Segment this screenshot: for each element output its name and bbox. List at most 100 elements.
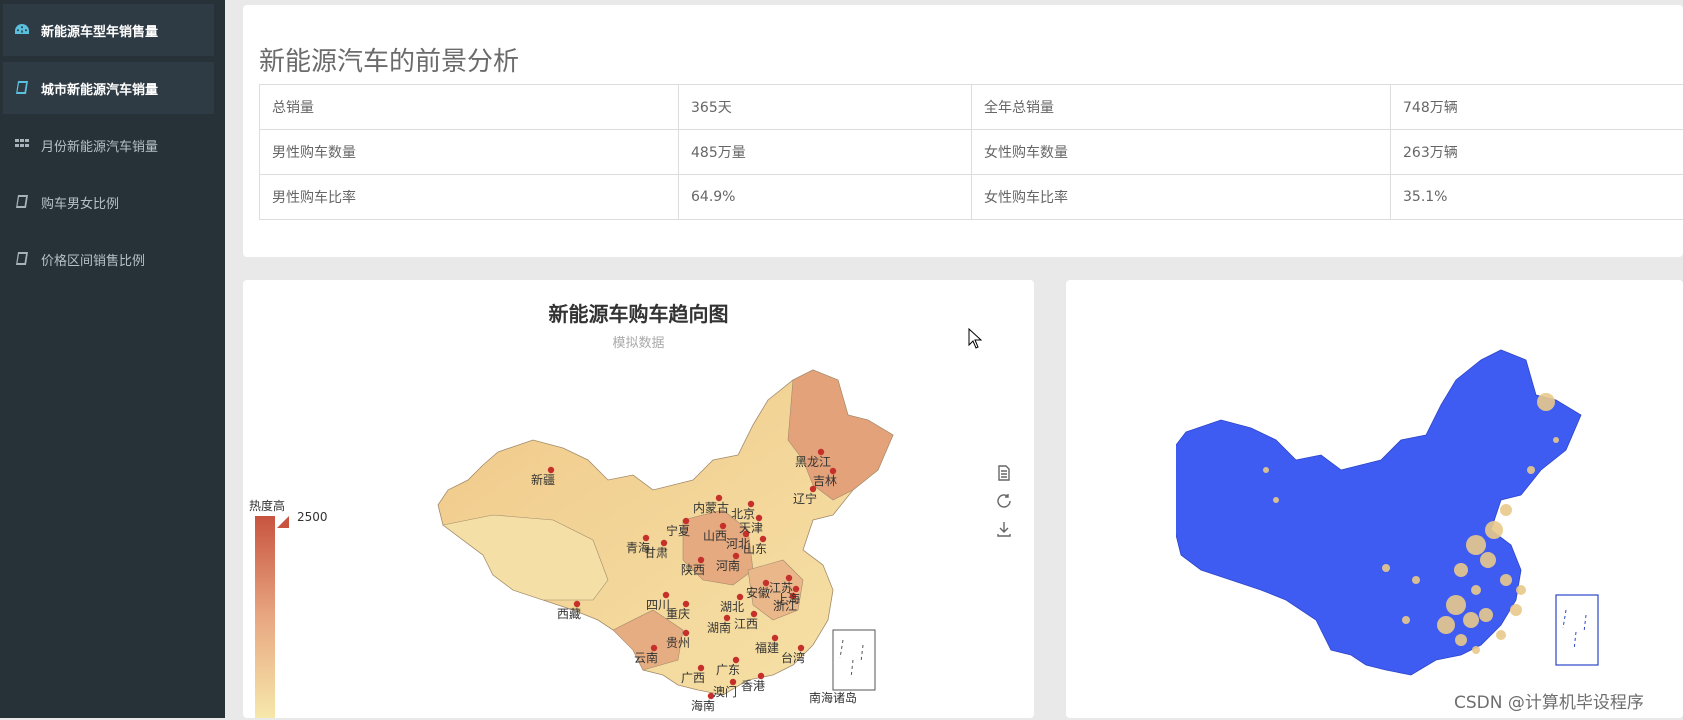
city-bubble[interactable] bbox=[1263, 467, 1269, 473]
province-label: 宁夏 bbox=[666, 523, 690, 538]
province-label: 安徽 bbox=[746, 585, 770, 600]
province-label: 香港 bbox=[741, 679, 765, 693]
grid-icon bbox=[13, 136, 31, 154]
book-icon bbox=[13, 193, 31, 211]
table-cell: 全年总销量 bbox=[972, 85, 1391, 130]
province-label: 海南 bbox=[691, 698, 715, 713]
summary-panel: 新能源汽车的前景分析 总销量 365天 全年总销量 748万辆 男性购车数量 4… bbox=[243, 5, 1683, 257]
province-label: 山东 bbox=[743, 542, 767, 556]
province-label: 贵州 bbox=[666, 636, 690, 650]
province-label: 吉林 bbox=[813, 474, 837, 488]
book-icon bbox=[13, 250, 31, 268]
summary-table: 总销量 365天 全年总销量 748万辆 男性购车数量 485万量 女性购车数量… bbox=[259, 84, 1683, 220]
city-bubble[interactable] bbox=[1412, 576, 1420, 584]
province-label: 广东 bbox=[716, 663, 740, 677]
province-label: 湖南 bbox=[707, 620, 731, 635]
sidebar-item-label: 月份新能源汽车销量 bbox=[41, 136, 158, 155]
table-row: 男性购车数量 485万量 女性购车数量 263万辆 bbox=[260, 130, 1683, 175]
map-outline bbox=[1176, 350, 1581, 675]
city-bubble[interactable] bbox=[1446, 595, 1466, 615]
table-cell: 总销量 bbox=[260, 85, 679, 130]
sidebar: 新能源车型年销售量 城市新能源汽车销量 月份新能源汽车销量 购车男女比例 价格区… bbox=[0, 0, 225, 718]
province-label: 山西 bbox=[703, 529, 727, 543]
city-bubble[interactable] bbox=[1273, 497, 1279, 503]
table-cell: 64.9% bbox=[679, 175, 972, 220]
sidebar-item-monthly-sales[interactable]: 月份新能源汽车销量 bbox=[3, 119, 214, 171]
city-bubble[interactable] bbox=[1553, 437, 1559, 443]
table-cell: 748万辆 bbox=[1391, 85, 1683, 130]
city-bubble[interactable] bbox=[1455, 634, 1467, 646]
chart-title: 新能源车购车趋向图 bbox=[243, 298, 1034, 327]
table-row: 总销量 365天 全年总销量 748万辆 bbox=[260, 85, 1683, 130]
mouse-cursor-icon bbox=[968, 328, 984, 350]
table-cell: 女性购车数量 bbox=[972, 130, 1391, 175]
city-bubble[interactable] bbox=[1466, 535, 1486, 555]
page-title: 新能源汽车的前景分析 bbox=[259, 41, 519, 78]
city-bubble[interactable] bbox=[1402, 616, 1410, 624]
table-cell: 女性购车比率 bbox=[972, 175, 1391, 220]
sidebar-item-label: 价格区间销售比例 bbox=[41, 250, 145, 269]
city-bubble[interactable] bbox=[1537, 393, 1555, 411]
province-label: 湖北 bbox=[720, 599, 744, 614]
visual-map-bar[interactable] bbox=[255, 512, 295, 718]
download-icon[interactable] bbox=[995, 520, 1013, 538]
sidebar-item-label: 城市新能源汽车销量 bbox=[41, 79, 158, 98]
sidebar-item-city-sales[interactable]: 城市新能源汽车销量 bbox=[3, 62, 214, 114]
city-bubble[interactable] bbox=[1471, 585, 1481, 595]
province-label: 西藏 bbox=[557, 607, 581, 621]
province-label: 甘肃 bbox=[644, 546, 668, 560]
city-bubble[interactable] bbox=[1516, 585, 1526, 595]
sidebar-item-label: 新能源车型年销售量 bbox=[41, 21, 158, 40]
sidebar-item-gender-ratio[interactable]: 购车男女比例 bbox=[3, 176, 214, 228]
restore-icon[interactable] bbox=[995, 492, 1013, 510]
city-bubble[interactable] bbox=[1382, 564, 1390, 572]
dashboard-icon bbox=[13, 21, 31, 39]
table-cell: 263万辆 bbox=[1391, 130, 1683, 175]
city-bubble[interactable] bbox=[1437, 616, 1455, 634]
city-bubble[interactable] bbox=[1472, 646, 1480, 654]
city-bubble[interactable] bbox=[1500, 574, 1512, 586]
province-label: 澳门 bbox=[713, 684, 737, 699]
bubble-map-card bbox=[1066, 280, 1683, 718]
table-cell: 男性购车比率 bbox=[260, 175, 679, 220]
city-bubble[interactable] bbox=[1527, 466, 1535, 474]
china-choropleth-map[interactable]: 黑龙江吉林辽宁新疆内蒙古北京天津宁夏山西河北青海甘肃山东陕西河南西藏四川安徽上海… bbox=[393, 340, 953, 720]
data-view-icon[interactable] bbox=[995, 464, 1013, 482]
visual-map-handle[interactable] bbox=[277, 516, 289, 528]
province-label: 台湾 bbox=[781, 650, 805, 665]
city-bubble[interactable] bbox=[1463, 612, 1479, 628]
province-label: 河南 bbox=[716, 558, 740, 573]
province-label: 内蒙古 bbox=[693, 500, 729, 515]
city-bubble[interactable] bbox=[1454, 563, 1468, 577]
province-label: 陕西 bbox=[681, 562, 705, 577]
province-label: 重庆 bbox=[666, 607, 690, 621]
province-label: 新疆 bbox=[531, 472, 555, 487]
watermark: CSDN @计算机毕设程序 bbox=[1454, 688, 1644, 713]
nanhai-inset bbox=[1556, 595, 1598, 665]
nanhai-inset bbox=[833, 630, 875, 690]
visual-map-max: 2500 bbox=[297, 510, 328, 524]
china-bubble-map[interactable] bbox=[1176, 320, 1646, 680]
province-label: 南海诸岛 bbox=[809, 690, 857, 705]
book-icon bbox=[13, 79, 31, 97]
province-label: 云南 bbox=[634, 650, 658, 665]
sidebar-item-annual-sales[interactable]: 新能源车型年销售量 bbox=[3, 4, 214, 56]
province-label: 北京 bbox=[731, 507, 755, 521]
table-cell: 365天 bbox=[679, 85, 972, 130]
city-bubble[interactable] bbox=[1479, 608, 1493, 622]
city-bubble[interactable] bbox=[1500, 504, 1512, 516]
province-label: 广西 bbox=[681, 671, 705, 685]
province-label: 黑龙江 bbox=[795, 455, 831, 469]
province-label: 江苏 bbox=[769, 581, 793, 595]
province-label: 福建 bbox=[755, 640, 779, 655]
choropleth-map-card: 新能源车购车趋向图 模拟数据 黑龙江吉林辽宁新疆内蒙古北京天津宁夏山西河北青海甘… bbox=[243, 280, 1034, 718]
city-bubble[interactable] bbox=[1485, 521, 1503, 539]
city-bubble[interactable] bbox=[1496, 630, 1506, 640]
city-bubble[interactable] bbox=[1480, 552, 1496, 568]
sidebar-item-price-range[interactable]: 价格区间销售比例 bbox=[3, 233, 214, 285]
province-label: 辽宁 bbox=[793, 491, 817, 506]
table-cell: 485万量 bbox=[679, 130, 972, 175]
city-bubble[interactable] bbox=[1510, 604, 1522, 616]
province-label: 天津 bbox=[739, 521, 763, 535]
table-cell: 35.1% bbox=[1391, 175, 1683, 220]
